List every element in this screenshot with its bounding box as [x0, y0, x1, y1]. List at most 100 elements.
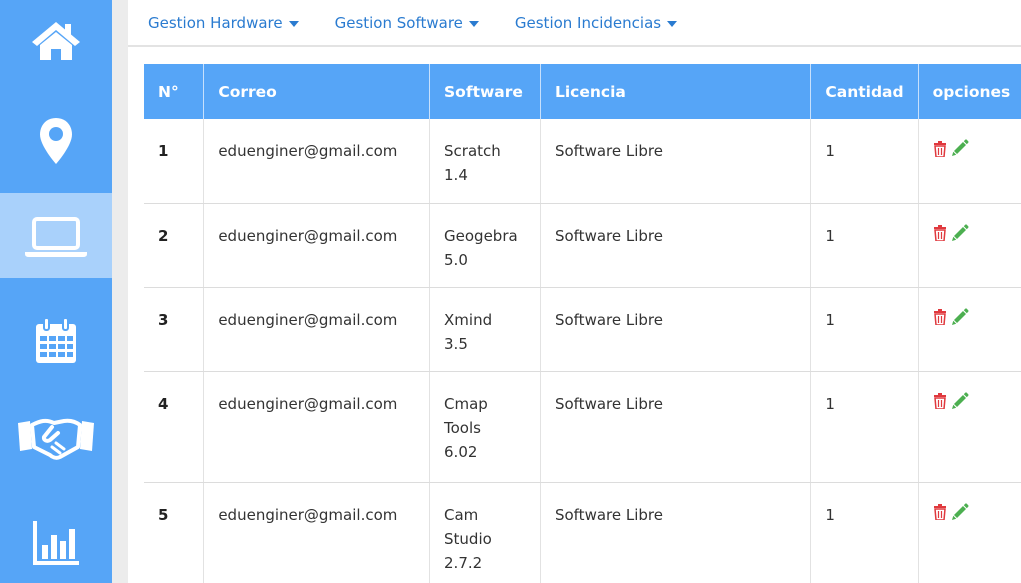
cell-opciones: [918, 203, 1021, 288]
cell-software: Xmind 3.5: [429, 287, 541, 372]
cell-licencia: Software Libre: [540, 203, 812, 288]
cell-software: Geogebra 5.0: [429, 203, 541, 288]
sidebar-item-calendar[interactable]: [0, 296, 112, 386]
cell-cantidad: 1: [810, 203, 919, 288]
layout-gutter: [112, 0, 128, 583]
top-navigation: Gestion Hardware Gestion Software Gestio…: [128, 0, 1021, 47]
cell-numero: 1: [144, 119, 205, 204]
cell-cantidad: 1: [810, 119, 919, 204]
cell-correo: eduenginer@gmail.com: [203, 203, 431, 288]
delete-button[interactable]: [933, 140, 947, 164]
edit-button[interactable]: [951, 307, 969, 333]
sidebar-item-software[interactable]: [0, 193, 112, 278]
edit-button[interactable]: [951, 502, 969, 528]
delete-button[interactable]: [933, 503, 947, 527]
cell-opciones: [918, 119, 1021, 204]
header-software: Software: [429, 64, 541, 119]
sidebar-item-home[interactable]: [0, 0, 112, 80]
nav-gestion-hardware[interactable]: Gestion Hardware: [148, 14, 299, 32]
table-row: 2 eduenginer@gmail.com Geogebra 5.0 Softw…: [144, 203, 1021, 288]
edit-button[interactable]: [951, 223, 969, 249]
software-name-line: 3.5: [444, 334, 468, 353]
table-header-row: N° Correo Software Licencia Cantidad opc…: [144, 64, 1021, 119]
header-licencia: Licencia: [540, 64, 812, 119]
sidebar-item-stats[interactable]: [0, 500, 112, 583]
nav-gestion-incidencias[interactable]: Gestion Incidencias: [514, 13, 678, 32]
trash-icon: [933, 504, 946, 521]
cell-licencia: Software Libre: [540, 119, 812, 204]
home-icon: [32, 22, 80, 60]
laptop-icon: [25, 216, 87, 257]
cell-numero: 2: [144, 203, 205, 288]
pencil-icon: [951, 502, 969, 520]
sidebar-item-handshake[interactable]: [0, 392, 112, 484]
caret-down-icon: [468, 20, 479, 27]
software-name-line: 6.02: [444, 442, 478, 461]
nav-gestion-software[interactable]: Gestion Software: [335, 14, 479, 32]
caret-down-icon: [667, 20, 678, 27]
software-table-container: N° Correo Software Licencia Cantidad opc…: [144, 64, 1021, 583]
software-name-line: Studio: [444, 529, 492, 548]
header-cantidad: Cantidad: [810, 64, 919, 119]
software-name-line: 2.7.2: [444, 553, 483, 572]
pencil-icon: [951, 223, 969, 241]
calendar-icon: [36, 317, 76, 363]
caret-down-icon: [288, 20, 299, 27]
sidebar: [0, 0, 112, 583]
cell-opciones: [918, 287, 1021, 372]
cell-numero: 5: [144, 482, 205, 583]
software-name-line: Tools: [444, 418, 481, 437]
cell-numero: 3: [144, 287, 205, 372]
trash-icon: [933, 393, 946, 410]
handshake-icon: [18, 418, 94, 460]
software-name-line: Xmind: [444, 310, 493, 329]
cell-correo: eduenginer@gmail.com: [203, 119, 431, 204]
delete-button[interactable]: [933, 392, 947, 416]
trash-icon: [933, 309, 946, 326]
cell-correo: eduenginer@gmail.com: [203, 482, 431, 583]
cell-software: Cam Studio 2.7.2: [429, 482, 541, 583]
cell-licencia: Software Libre: [540, 371, 812, 483]
edit-button[interactable]: [951, 139, 969, 164]
software-table: N° Correo Software Licencia Cantidad opc…: [144, 64, 1021, 583]
trash-icon: [933, 140, 946, 158]
software-name-line: 5.0: [444, 250, 468, 269]
header-numero: N°: [144, 64, 205, 119]
pencil-icon: [951, 391, 969, 409]
table-row: 3 eduenginer@gmail.com Xmind 3.5 Software…: [144, 287, 1021, 372]
cell-correo: eduenginer@gmail.com: [203, 371, 431, 483]
nav-gestion-incidencias-label: Gestion Incidencias: [514, 13, 662, 32]
software-name-line: Scratch: [444, 142, 501, 160]
pencil-icon: [951, 139, 969, 156]
sidebar-item-location[interactable]: [0, 96, 112, 186]
cell-opciones: [918, 482, 1021, 583]
trash-icon: [933, 225, 946, 242]
header-correo: Correo: [203, 64, 431, 119]
cell-software: Scratch 1.4: [429, 119, 541, 204]
cell-software: Cmap Tools 6.02: [429, 371, 541, 483]
table-row: 4 eduenginer@gmail.com Cmap Tools 6.02 Sof…: [144, 371, 1021, 483]
header-opciones: opciones: [918, 64, 1021, 119]
software-name-line: 1.4: [444, 166, 468, 184]
location-pin-icon: [40, 118, 72, 164]
nav-gestion-hardware-label: Gestion Hardware: [148, 13, 283, 32]
table-row: 5 eduenginer@gmail.com Cam Studio 2.7.2 So…: [144, 482, 1021, 583]
software-name-line: Cam: [444, 505, 479, 524]
software-name-line: Cmap: [444, 394, 488, 413]
cell-cantidad: 1: [810, 482, 919, 583]
bar-chart-icon: [33, 520, 79, 565]
cell-cantidad: 1: [810, 371, 919, 483]
cell-licencia: Software Libre: [540, 482, 812, 583]
cell-correo: eduenginer@gmail.com: [203, 287, 431, 372]
table-row: 1 eduenginer@gmail.com Scratch 1.4 Softwa…: [144, 119, 1021, 204]
cell-licencia: Software Libre: [540, 287, 812, 372]
cell-cantidad: 1: [810, 287, 919, 372]
cell-numero: 4: [144, 371, 205, 483]
delete-button[interactable]: [933, 224, 947, 248]
pencil-icon: [951, 307, 969, 325]
software-name-line: Geogebra: [444, 226, 518, 245]
cell-opciones: [918, 371, 1021, 483]
nav-gestion-software-label: Gestion Software: [334, 13, 463, 32]
edit-button[interactable]: [951, 391, 969, 417]
delete-button[interactable]: [933, 308, 947, 332]
